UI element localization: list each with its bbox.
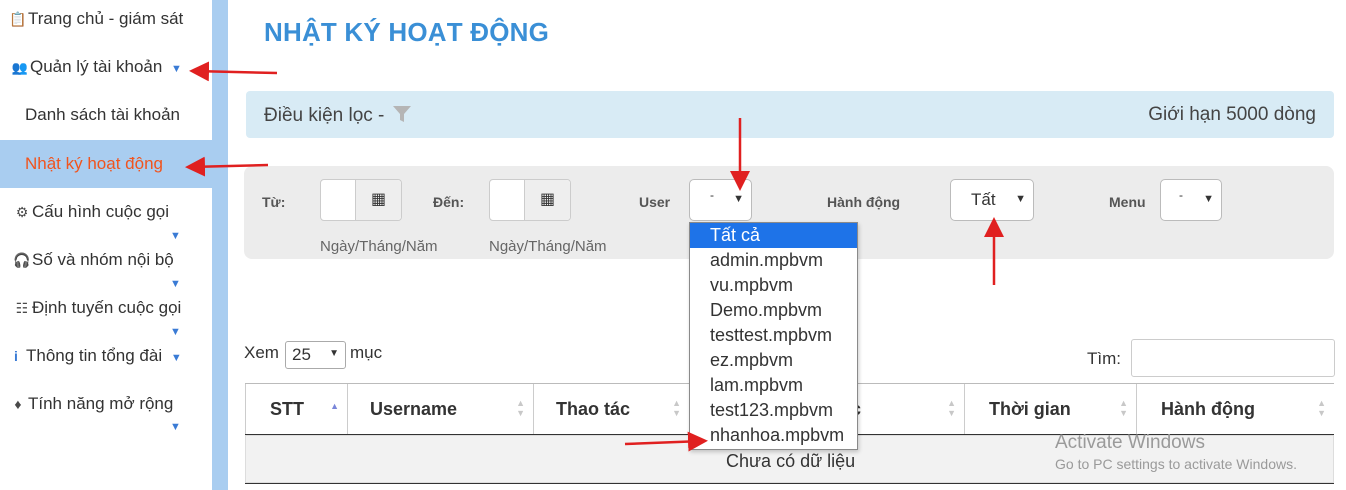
from-date-input[interactable]: ▦ bbox=[320, 179, 402, 221]
sidebar-item-pbx-info[interactable]: i Thông tin tổng đài ▼ bbox=[6, 346, 218, 366]
users-icon: 👥 bbox=[11, 60, 29, 75]
column-header-label: STT bbox=[270, 399, 304, 419]
sort-icon: ▲ ▼ bbox=[947, 398, 956, 418]
dropdown-option[interactable]: testtest.mpbvm bbox=[690, 323, 857, 348]
from-label: Từ: bbox=[262, 194, 286, 210]
sort-icon: ▲ ▼ bbox=[1119, 398, 1128, 418]
sidebar-item-internal-numbers[interactable]: 🎧Số và nhóm nội bộ bbox=[12, 250, 224, 270]
filter-icon bbox=[392, 106, 411, 122]
dropdown-option[interactable]: vu.mpbvm bbox=[690, 273, 857, 298]
calendar-icon[interactable]: ▦ bbox=[524, 180, 570, 220]
dropdown-option[interactable]: nhanhoa.mpbvm bbox=[690, 423, 857, 448]
caret-down-icon: ▼ bbox=[170, 352, 182, 364]
dropdown-option[interactable]: admin.mpbvm bbox=[690, 248, 857, 273]
sidebar-item-account-list[interactable]: Danh sách tài khoản bbox=[25, 105, 237, 125]
sort-icon: ▲ ▼ bbox=[516, 398, 525, 418]
dropdown-option[interactable]: Demo.mpbvm bbox=[690, 298, 857, 323]
sidebar-item-account-management[interactable]: 👥 Quản lý tài khoản ▼ bbox=[10, 57, 222, 77]
from-date-hint: Ngày/Tháng/Năm bbox=[320, 238, 438, 255]
dropdown-option[interactable]: lam.mpbvm bbox=[690, 373, 857, 398]
show-entries-label: Xem bbox=[244, 343, 279, 362]
watermark-subtitle: Go to PC settings to activate Windows. bbox=[1055, 456, 1297, 472]
caret-down-icon[interactable]: ▼ bbox=[170, 230, 181, 242]
sidebar-item-label: Danh sách tài khoản bbox=[25, 105, 180, 124]
sidebar-item-label: Tính năng mở rộng bbox=[28, 394, 174, 413]
column-header-username[interactable]: Username ▲ ▼ bbox=[348, 384, 534, 434]
user-label: User bbox=[639, 194, 671, 210]
sidebar-item-label: Cấu hình cuộc gọi bbox=[32, 202, 170, 221]
sitemap-icon: ☷ bbox=[15, 300, 29, 316]
sidebar-item-extensions[interactable]: ♦ Tính năng mở rộng bbox=[8, 394, 220, 414]
action-select-value: Tất bbox=[971, 190, 996, 209]
column-header-stt[interactable]: STT ▲ bbox=[245, 384, 348, 434]
to-date-input[interactable]: ▦ bbox=[489, 179, 571, 221]
user-select-value: - bbox=[710, 188, 714, 202]
empty-table-text: Chưa có dữ liệu bbox=[726, 451, 856, 471]
column-header-label: Thời gian bbox=[989, 399, 1071, 419]
dropdown-option[interactable]: test123.mpbvm bbox=[690, 398, 857, 423]
column-header-label: Hành động bbox=[1161, 399, 1255, 419]
search-input[interactable] bbox=[1131, 339, 1335, 377]
caret-down-icon[interactable]: ▼ bbox=[170, 326, 181, 338]
sidebar-item-home[interactable]: 📋Trang chủ - giám sát bbox=[8, 9, 220, 29]
entries-label: mục bbox=[350, 343, 383, 362]
sidebar-item-label: Số và nhóm nội bộ bbox=[32, 250, 174, 269]
action-select[interactable]: Tất ▼ bbox=[950, 179, 1034, 221]
sidebar-item-label: Trang chủ - giám sát bbox=[28, 9, 184, 28]
column-header-label: Username bbox=[370, 399, 458, 419]
caret-down-icon: ▼ bbox=[171, 63, 182, 75]
page-length-value: 25 bbox=[292, 345, 311, 364]
caret-down-icon[interactable]: ▼ bbox=[170, 278, 181, 290]
menu-label: Menu bbox=[1109, 194, 1146, 210]
dropdown-option[interactable]: ez.mpbvm bbox=[690, 348, 857, 373]
chevron-down-icon: ▼ bbox=[733, 193, 744, 205]
sort-asc-icon: ▲ bbox=[330, 401, 339, 411]
page-title: NHẬT KÝ HOẠT ĐỘNG bbox=[264, 17, 550, 47]
menu-select[interactable]: - ▼ bbox=[1160, 179, 1222, 221]
chevron-down-icon: ▼ bbox=[1203, 193, 1214, 205]
sidebar-item-call-config[interactable]: ⚙ Cấu hình cuộc gọi bbox=[12, 202, 224, 222]
search-label: Tìm: bbox=[1087, 349, 1121, 368]
watermark-title: Activate Windows bbox=[1055, 432, 1205, 453]
cogs-icon: ⚙ bbox=[15, 204, 29, 220]
menu-select-value: - bbox=[1179, 188, 1183, 202]
clipboard-icon: 📋 bbox=[9, 11, 27, 27]
filter-conditions-bar[interactable]: Điều kiện lọc - Giới hạn 5000 dòng bbox=[246, 91, 1334, 138]
filter-conditions-label: Điều kiện lọc - bbox=[264, 104, 412, 127]
to-date-hint: Ngày/Tháng/Năm bbox=[489, 238, 607, 255]
puzzle-icon: ♦ bbox=[14, 396, 22, 412]
page-length-select[interactable]: 25 ▼ bbox=[285, 341, 346, 369]
user-dropdown-list[interactable]: Tất cả admin.mpbvm vu.mpbvm Demo.mpbvm t… bbox=[689, 222, 858, 450]
column-header-hanh-dong[interactable]: Hành động ▲ ▼ bbox=[1137, 384, 1334, 434]
column-header-label: Thao tác bbox=[556, 399, 631, 419]
filter-conditions-text: Điều kiện lọc - bbox=[264, 105, 385, 126]
row-limit-text: Giới hạn 5000 dòng bbox=[1148, 104, 1316, 125]
sidebar: 📋Trang chủ - giám sát 👥 Quản lý tài khoản… bbox=[0, 0, 212, 490]
sidebar-item-activity-log[interactable]: Nhật ký hoạt động bbox=[25, 154, 237, 174]
to-label: Đến: bbox=[433, 194, 465, 210]
sort-icon: ▲ ▼ bbox=[672, 398, 681, 418]
calendar-icon[interactable]: ▦ bbox=[355, 180, 401, 220]
sidebar-item-label: Quản lý tài khoản bbox=[30, 57, 163, 76]
sidebar-item-label: Định tuyến cuộc gọi bbox=[32, 298, 182, 317]
user-select[interactable]: - ▼ bbox=[689, 179, 752, 221]
dropdown-option[interactable]: Tất cả bbox=[690, 223, 857, 248]
sidebar-border bbox=[212, 0, 228, 490]
windows-activation-watermark: Activate Windows Go to PC settings to ac… bbox=[1055, 432, 1297, 472]
table-bottom-divider bbox=[245, 483, 1334, 484]
sidebar-item-label: Thông tin tổng đài bbox=[26, 346, 163, 365]
column-header-thao-tac[interactable]: Thao tác ▲ ▼ bbox=[534, 384, 690, 434]
chevron-down-icon: ▼ bbox=[1015, 193, 1026, 205]
headset-icon: 🎧 bbox=[13, 252, 31, 268]
caret-down-icon[interactable]: ▼ bbox=[170, 421, 181, 433]
info-icon: i bbox=[14, 348, 18, 364]
action-label: Hành động bbox=[827, 194, 901, 210]
sidebar-item-call-routing[interactable]: ☷ Định tuyến cuộc gọi bbox=[12, 298, 224, 318]
sort-icon: ▲ ▼ bbox=[1317, 398, 1326, 418]
sidebar-item-label: Nhật ký hoạt động bbox=[25, 154, 163, 173]
column-header-thoi-gian[interactable]: Thời gian ▲ ▼ bbox=[965, 384, 1137, 434]
chevron-down-icon: ▼ bbox=[329, 348, 339, 359]
